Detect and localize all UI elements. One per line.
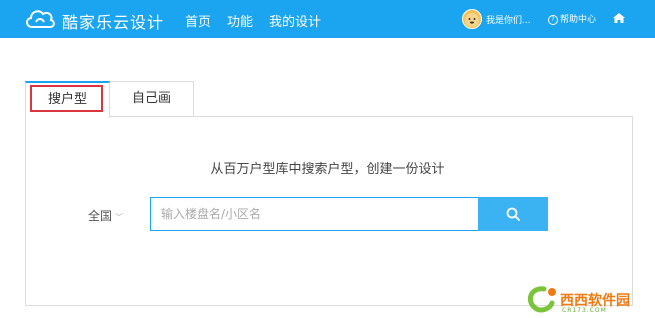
red-highlight-box xyxy=(30,85,103,112)
tab-draw-yourself[interactable]: 自己画 xyxy=(109,81,194,117)
top-nav-bar: 酷家乐云设计 首页 功能 我的设计 我是你们... ? 帮助中心 xyxy=(0,0,655,38)
help-label: 帮助中心 xyxy=(560,15,597,25)
doge-avatar-icon xyxy=(465,13,479,27)
brand-name[interactable]: 酷家乐云设计 xyxy=(62,9,164,33)
cloud-logo-icon[interactable] xyxy=(23,5,57,33)
nav-features[interactable]: 功能 xyxy=(227,11,253,30)
watermark-subtext: CR173.COM xyxy=(562,307,607,314)
region-selector[interactable]: 全国 ﹀ xyxy=(88,207,123,224)
search-button[interactable] xyxy=(478,197,548,231)
search-icon xyxy=(506,207,520,221)
search-input[interactable] xyxy=(150,197,478,231)
tab-label: 自己画 xyxy=(131,91,171,106)
home-icon[interactable] xyxy=(612,11,626,25)
avatar[interactable] xyxy=(462,9,482,29)
search-subtitle: 从百万户型库中搜索户型，创建一份设计 xyxy=(210,162,445,177)
help-icon: ? xyxy=(548,14,558,25)
nav-my-designs[interactable]: 我的设计 xyxy=(269,11,321,30)
chevron-down-icon: ﹀ xyxy=(115,213,124,222)
help-center-link[interactable]: ? 帮助中心 xyxy=(548,12,596,25)
region-label: 全国 xyxy=(88,209,113,223)
nav-home[interactable]: 首页 xyxy=(185,11,211,30)
username[interactable]: 我是你们... xyxy=(486,13,531,26)
